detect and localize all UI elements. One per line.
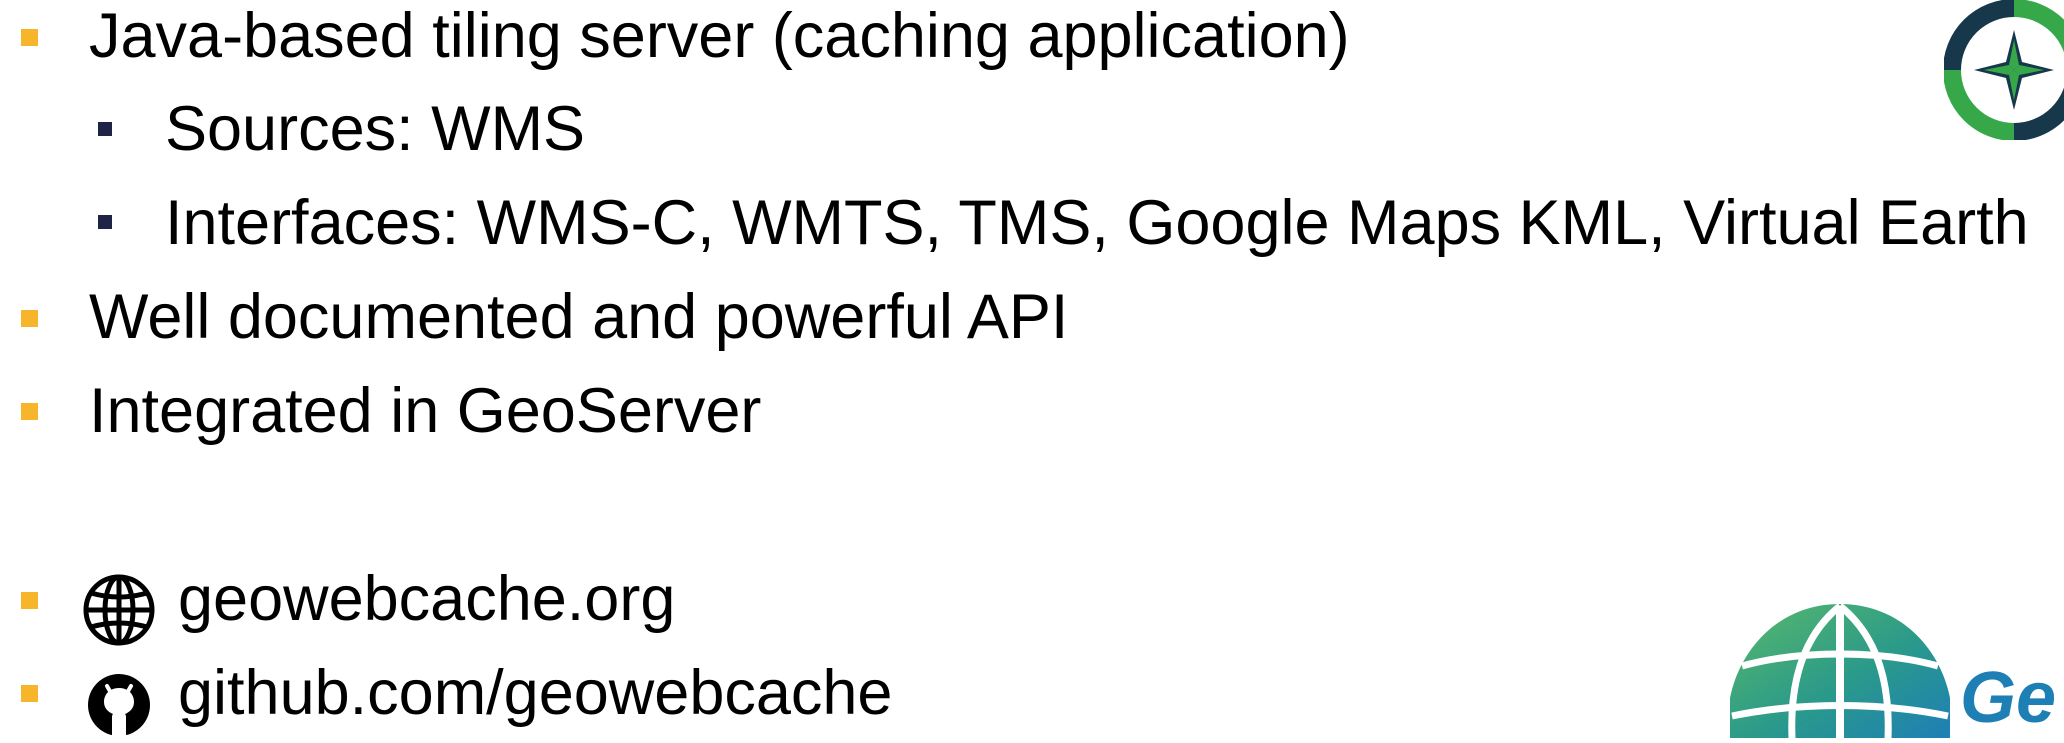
compass-logo	[1943, 0, 2064, 141]
logo-text: Ge	[1960, 658, 2056, 738]
bullet-marker	[21, 592, 38, 609]
bullet-marker	[21, 403, 38, 420]
github-link[interactable]: github.com/geowebcache	[178, 662, 892, 725]
sub-bullet-sources: Sources: WMS	[165, 94, 586, 164]
website-link[interactable]: geowebcache.org	[178, 568, 675, 631]
sub-bullet-interfaces: Interfaces: WMS-C, WMTS, TMS, Google Map…	[165, 188, 2029, 258]
sub-bullet-marker	[98, 215, 112, 229]
github-icon	[86, 672, 152, 738]
bullet-item-api: Well documented and powerful API	[89, 282, 1069, 352]
bullet-marker	[21, 29, 38, 46]
geowebcache-globe-logo: Ge	[1720, 598, 2064, 739]
sub-bullet-marker	[98, 122, 112, 136]
bullet-item-java-server: Java-based tiling server (caching applic…	[89, 1, 1350, 71]
globe-icon	[82, 573, 156, 647]
bullet-marker	[21, 310, 38, 327]
bullet-item-geoserver: Integrated in GeoServer	[89, 376, 762, 446]
bullet-marker	[21, 685, 38, 702]
